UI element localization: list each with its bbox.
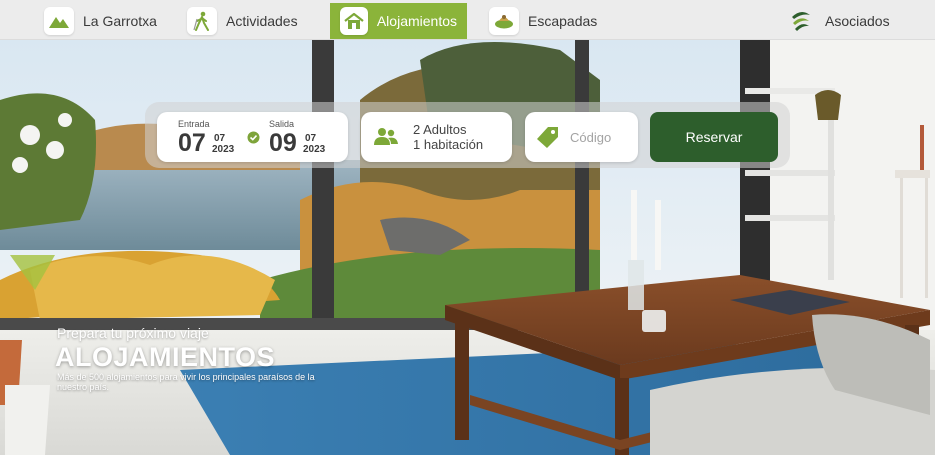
nav-item-alojamientos[interactable]: Alojamientos <box>330 3 467 39</box>
nav-item-la-garrotxa[interactable]: La Garrotxa <box>44 3 157 39</box>
reserve-button[interactable]: Reservar <box>650 112 778 162</box>
checkin-day: 07 <box>178 129 206 157</box>
checkout-label: Salida <box>269 119 295 129</box>
promo-code-field[interactable] <box>525 112 638 162</box>
page: La Garrotxa Actividades Alojamientos Esc… <box>0 0 935 455</box>
nav-label: Asociados <box>825 13 890 29</box>
escapadas-icon <box>489 7 519 35</box>
nav-item-escapadas[interactable]: Escapadas <box>489 3 597 39</box>
tag-icon <box>535 125 561 154</box>
nav-item-asociados[interactable]: Asociados <box>786 3 890 39</box>
nav-label: Escapadas <box>528 13 598 29</box>
checkout-month: 07 <box>305 133 317 144</box>
top-navigation: La Garrotxa Actividades Alojamientos Esc… <box>0 0 935 40</box>
nav-label: Alojamientos <box>376 13 457 29</box>
check-circle-icon <box>247 131 260 149</box>
date-selector[interactable]: Entrada 07 07 2023 Salida 09 07 2023 <box>157 112 348 162</box>
checkout-year: 2023 <box>303 144 326 155</box>
mountain-icon <box>44 7 74 35</box>
asociados-logo-icon <box>786 7 816 35</box>
hero-description: Más de 500 alojamientos para vivir los p… <box>57 372 315 392</box>
nav-label: La Garrotxa <box>83 13 157 29</box>
house-icon <box>340 7 368 35</box>
guests-selector[interactable]: 2 Adultos 1 habitación <box>361 112 512 162</box>
hiker-icon <box>187 7 217 35</box>
checkin-month: 07 <box>214 133 226 144</box>
guests-summary: 2 Adultos 1 habitación <box>413 122 483 152</box>
checkin-label: Entrada <box>178 119 210 129</box>
users-icon <box>374 127 398 152</box>
promo-code-input[interactable] <box>570 127 632 147</box>
checkin-year: 2023 <box>212 144 235 155</box>
adults-count: 2 Adultos <box>413 122 467 137</box>
hero-title: ALOJAMIENTOS <box>55 342 276 372</box>
rooms-count: 1 habitación <box>413 137 484 152</box>
hero-subtitle: Prepara tu próximo viaje <box>57 325 209 341</box>
nav-label: Actividades <box>226 13 298 29</box>
checkout-day: 09 <box>269 129 297 157</box>
nav-item-actividades[interactable]: Actividades <box>187 3 298 39</box>
